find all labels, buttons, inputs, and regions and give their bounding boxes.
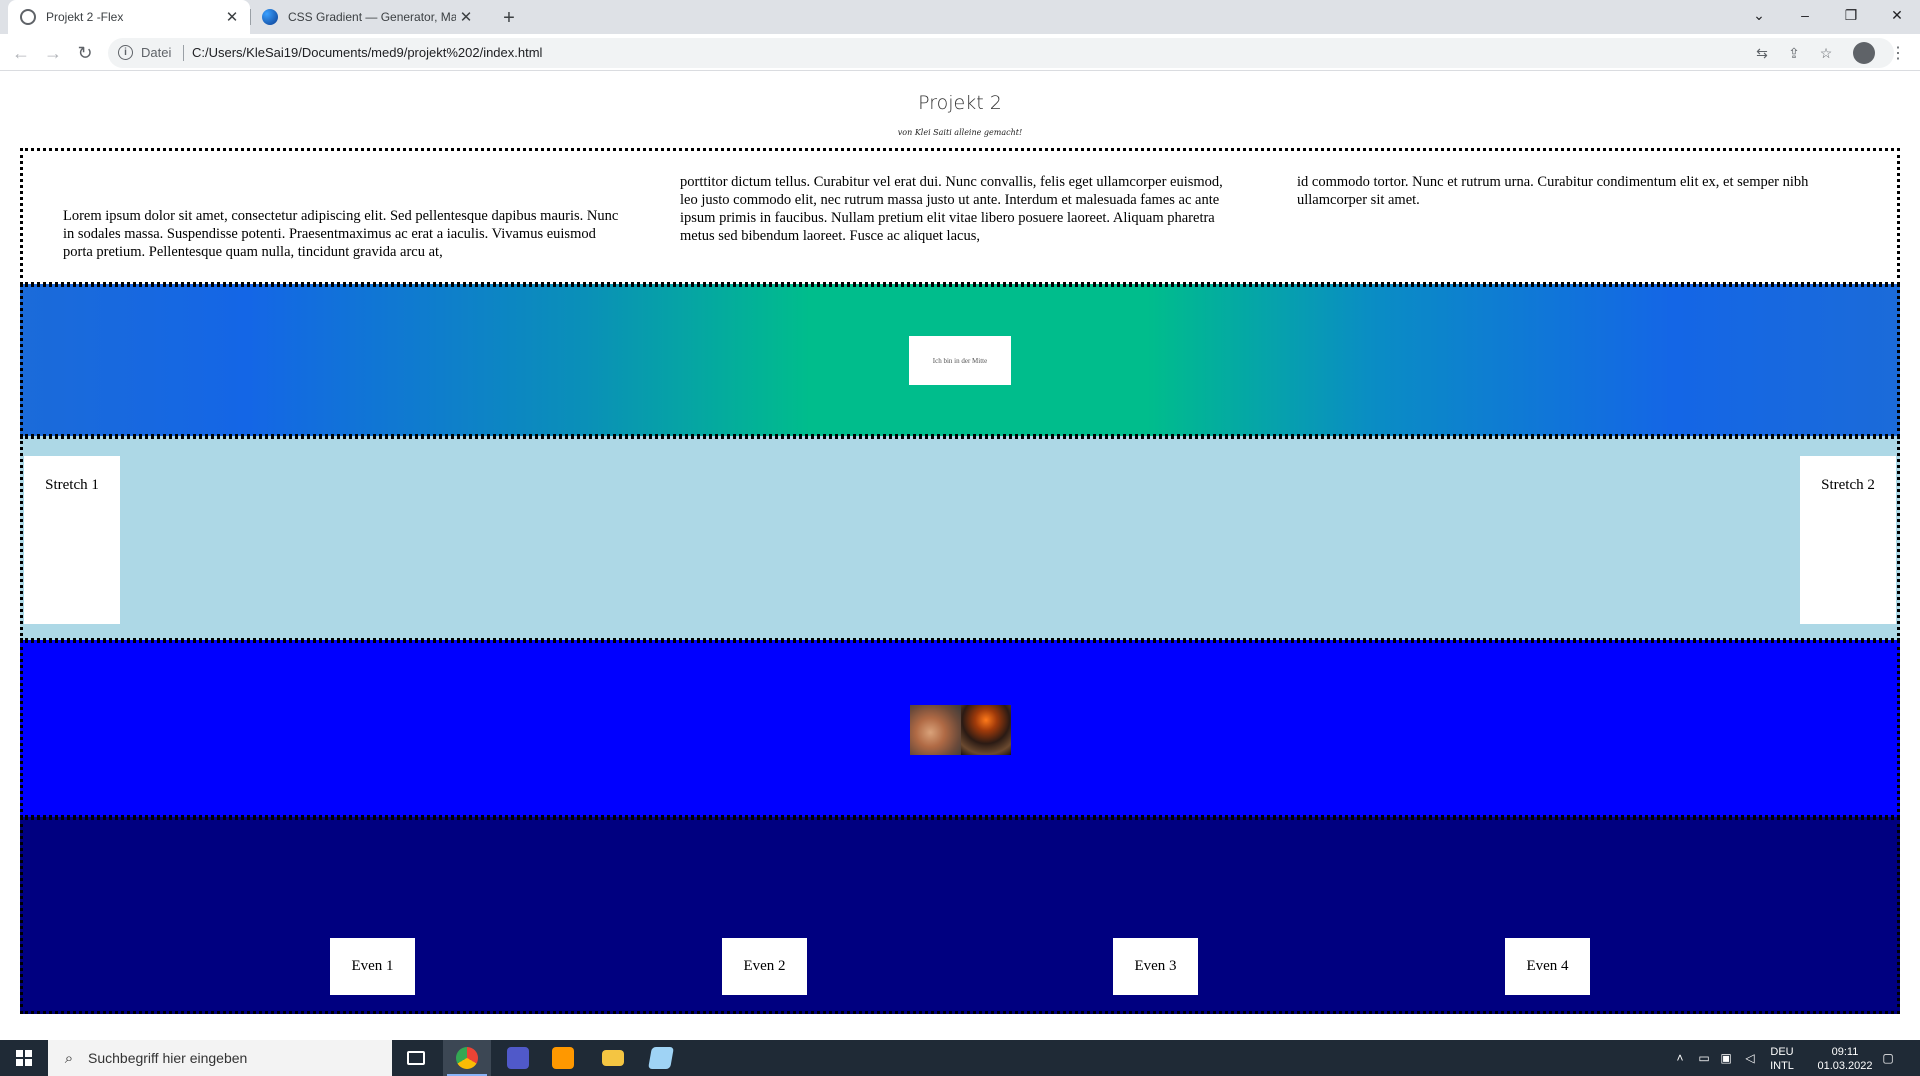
taskbar-search-input[interactable]: ⌕ Suchbegriff hier eingeben (48, 1040, 392, 1076)
center-box: Ich bin in der Mitte (909, 336, 1011, 385)
tab-search-dropdown-icon[interactable]: ⌄ (1736, 0, 1782, 30)
tab-css-gradient[interactable]: CSS Gradient — Generator, Maker ✕ (250, 0, 484, 34)
battery-icon[interactable]: ▭ (1694, 1040, 1714, 1076)
chrome-icon[interactable] (443, 1040, 491, 1076)
forward-button[interactable]: → (40, 40, 66, 66)
reload-button[interactable]: ↻ (72, 40, 98, 66)
stretch-box-1: Stretch 1 (24, 456, 120, 624)
language-code: DEU (1770, 1046, 1794, 1058)
pizza-photo (910, 705, 961, 755)
globe-icon (20, 9, 36, 25)
tab-title: Projekt 2 -Flex (46, 10, 124, 24)
keyboard-language[interactable]: DEU INTL (1762, 1045, 1802, 1073)
close-tab-icon[interactable]: ✕ (222, 7, 242, 27)
browser-toolbar: ← → ↻ i Datei C:/Users/KleSai19/Document… (0, 34, 1920, 71)
windows-taskbar: ⌕ Suchbegriff hier eingeben ˄ ▭ ▣ ◁ DEU … (0, 1040, 1920, 1076)
restore-button[interactable]: ❐ (1828, 0, 1874, 30)
profile-avatar-icon[interactable] (1853, 42, 1875, 64)
gradient-section: Ich bin in der Mitte (20, 284, 1900, 437)
stretch-section: Stretch 1 Stretch 2 (20, 436, 1900, 641)
clock-time: 09:11 (1831, 1046, 1859, 1058)
task-view-icon[interactable] (392, 1040, 440, 1076)
text-column-1: Lorem ipsum dolor sit amet, consectetur … (63, 208, 619, 260)
close-window-button[interactable]: ✕ (1874, 0, 1920, 30)
notepad-icon[interactable] (637, 1040, 685, 1076)
notification-center-icon[interactable]: ▢ (1876, 1040, 1900, 1076)
cssgradient-favicon-icon (262, 9, 278, 25)
tab-projekt-2[interactable]: Projekt 2 -Flex ✕ (8, 0, 250, 34)
oven-photo (960, 705, 1011, 755)
teams-icon[interactable] (494, 1040, 542, 1076)
text-column-3: id commodo tortor. Nunc et rutrum urna. … (1297, 174, 1809, 208)
address-bar[interactable]: i Datei C:/Users/KleSai19/Documents/med9… (108, 38, 1894, 68)
start-button[interactable] (0, 1040, 48, 1076)
text-column-2: porttitor dictum tellus. Curabitur vel e… (680, 174, 1223, 244)
bookmark-star-icon[interactable]: ☆ (1816, 44, 1836, 62)
even-box-3: Even 3 (1113, 938, 1198, 995)
search-placeholder: Suchbegriff hier eingeben (88, 1050, 248, 1066)
minimize-button[interactable]: – (1782, 0, 1828, 30)
page-title: Projekt 2 (918, 92, 1002, 114)
back-button[interactable]: ← (8, 40, 34, 66)
page-subtitle: von Klei Saiti alleine gemacht! (897, 128, 1023, 137)
tab-strip: Projekt 2 -Flex ✕ CSS Gradient — Generat… (0, 0, 1920, 34)
site-info-icon[interactable]: i (118, 45, 133, 60)
keyboard-layout: INTL (1770, 1060, 1794, 1072)
share-icon[interactable]: ⇪ (1784, 44, 1804, 62)
clock[interactable]: 09:11 01.03.2022 (1810, 1045, 1880, 1073)
even-box-4: Even 4 (1505, 938, 1590, 995)
search-icon: ⌕ (64, 1049, 74, 1067)
show-hidden-icons-icon[interactable]: ˄ (1670, 1040, 1690, 1076)
address-divider (183, 45, 184, 61)
close-tab-icon[interactable]: ✕ (456, 7, 476, 27)
volume-icon[interactable]: ◁ (1740, 1040, 1760, 1076)
url-text[interactable]: C:/Users/KleSai19/Documents/med9/projekt… (192, 45, 542, 60)
pizza-image (910, 705, 1011, 755)
file-explorer-icon[interactable] (589, 1040, 637, 1076)
stretch-box-2: Stretch 2 (1800, 456, 1896, 624)
even-box-1: Even 1 (330, 938, 415, 995)
even-section: Even 1 Even 2 Even 3 Even 4 (20, 817, 1900, 1014)
browser-menu-icon[interactable]: ⋮ (1888, 40, 1908, 66)
scheme-label: Datei (141, 45, 172, 60)
clock-date: 01.03.2022 (1817, 1060, 1873, 1072)
sublime-text-icon[interactable] (539, 1040, 587, 1076)
text-columns-section: Lorem ipsum dolor sit amet, consectetur … (20, 148, 1900, 285)
network-icon[interactable]: ▣ (1716, 1040, 1736, 1076)
new-tab-button[interactable]: + (496, 5, 522, 31)
image-section (20, 640, 1900, 818)
tab-title: CSS Gradient — Generator, Maker (288, 10, 456, 24)
windows-logo-icon (16, 1050, 32, 1066)
even-box-2: Even 2 (722, 938, 807, 995)
translate-icon[interactable]: ⇆ (1752, 44, 1772, 62)
